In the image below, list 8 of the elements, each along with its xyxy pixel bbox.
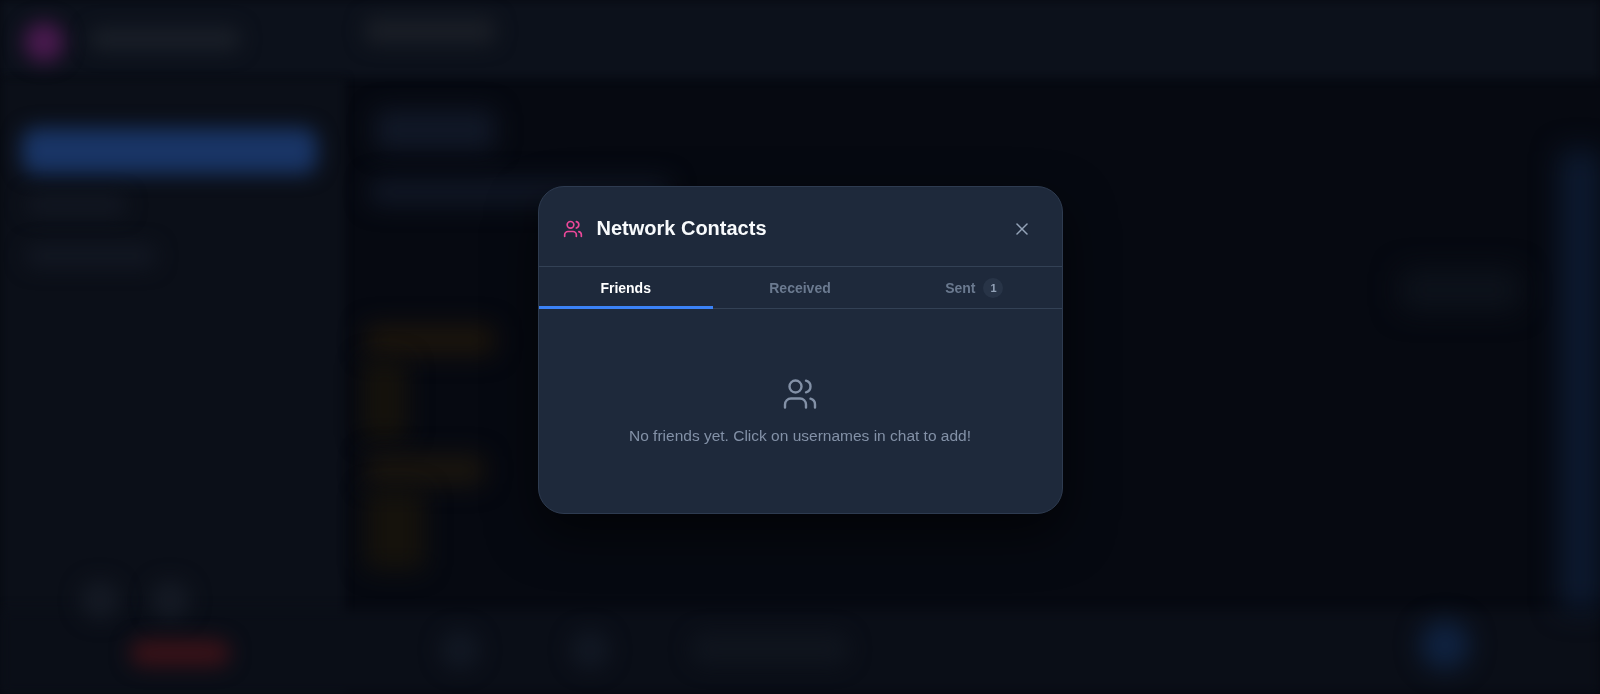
tab[interactable]: Sent 1 [887, 267, 1062, 309]
users-icon [562, 218, 583, 239]
tab[interactable]: Received [712, 267, 888, 309]
dialog-title: Network Contacts [596, 217, 768, 240]
count-badge: 1 [983, 278, 1004, 298]
empty-state-message: No friends yet. Click on usernames in chat to add! [629, 427, 971, 445]
tab[interactable]: Friends [538, 267, 713, 309]
users-icon [782, 376, 818, 412]
